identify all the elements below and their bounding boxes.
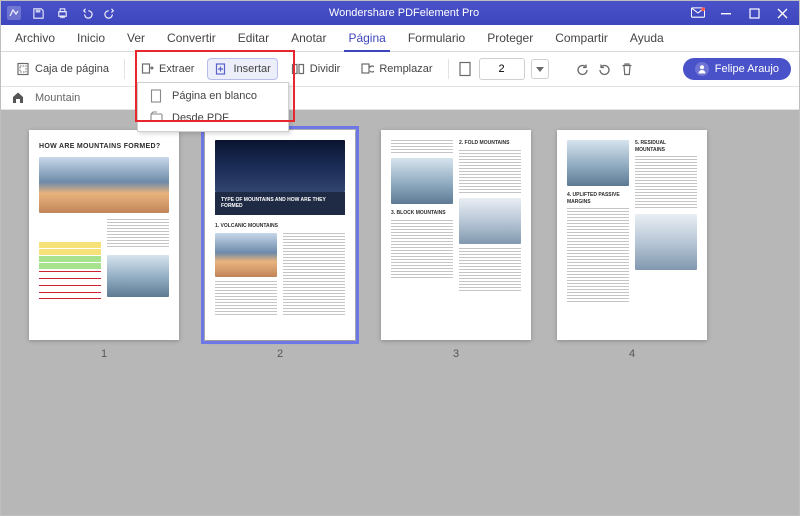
page-number-input[interactable] [479, 58, 525, 80]
menu-ayuda[interactable]: Ayuda [620, 26, 674, 51]
rotate-cw-icon[interactable] [597, 61, 613, 77]
extract-label: Extraer [159, 63, 194, 75]
page-box-label: Caja de página [35, 63, 109, 75]
page-box-icon [16, 62, 30, 76]
delete-icon[interactable] [619, 61, 635, 77]
menu-ver[interactable]: Ver [117, 26, 155, 51]
menu-proteger[interactable]: Proteger [477, 26, 543, 51]
p2-h1: 1. VOLCANIC MOUNTAINS [215, 223, 345, 230]
print-icon[interactable] [55, 6, 69, 20]
p2-caption: TYPE OF MOUNTAINS AND HOW ARE THEY FORME… [215, 192, 345, 215]
p4-h1: 4. UPLIFTED PASSIVE MARGINS [567, 192, 629, 205]
minimize-icon[interactable] [719, 6, 733, 20]
split-label: Dividir [310, 63, 341, 75]
thumb-3[interactable]: 3. BLOCK MOUNTAINS 2. FOLD MOUNTAINS 3 [381, 130, 531, 360]
insert-label: Insertar [233, 63, 270, 75]
user-name: Felipe Araujo [715, 63, 779, 75]
thumb-2[interactable]: TYPE OF MOUNTAINS AND HOW ARE THEY FORME… [205, 130, 355, 360]
from-pdf-icon [150, 111, 164, 125]
redo-icon[interactable] [103, 6, 117, 20]
page-dropdown-icon[interactable] [531, 59, 549, 79]
thumb-1-label: 1 [101, 348, 107, 360]
page-canvas: HOW ARE MOUNTAINS FORMED? [1, 110, 799, 515]
extract-icon [140, 62, 154, 76]
app-logo-icon [7, 6, 21, 20]
replace-label: Remplazar [379, 63, 432, 75]
page-toolbar: Caja de página Extraer Insertar Dividir … [1, 52, 799, 87]
rotate-ccw-icon[interactable] [575, 61, 591, 77]
p3-h1: 2. FOLD MOUNTAINS [459, 140, 521, 147]
page-box-button[interactable]: Caja de página [9, 58, 116, 80]
undo-icon[interactable] [79, 6, 93, 20]
menu-pagina[interactable]: Página [338, 26, 395, 51]
p1-title: HOW ARE MOUNTAINS FORMED? [39, 142, 169, 151]
menu-inicio[interactable]: Inicio [67, 26, 115, 51]
insert-blank-label: Página en blanco [172, 90, 257, 102]
maximize-icon[interactable] [747, 6, 761, 20]
thumb-4-label: 4 [629, 348, 635, 360]
avatar-icon [695, 62, 709, 76]
replace-button[interactable]: Remplazar [353, 58, 439, 80]
thumb-1[interactable]: HOW ARE MOUNTAINS FORMED? [29, 130, 179, 360]
save-icon[interactable] [31, 6, 45, 20]
insert-icon [214, 62, 228, 76]
insert-blank-page[interactable]: Página en blanco [138, 85, 288, 107]
insert-from-pdf-label: Desde PDF [172, 112, 229, 124]
breadcrumb-doc[interactable]: Mountain [35, 92, 80, 104]
insert-button[interactable]: Insertar [207, 58, 277, 80]
close-icon[interactable] [775, 6, 789, 20]
thumb-4[interactable]: 4. UPLIFTED PASSIVE MARGINS 5. RESIDUAL … [557, 130, 707, 360]
replace-icon [360, 62, 374, 76]
extract-button[interactable]: Extraer [133, 58, 201, 80]
menu-anotar[interactable]: Anotar [281, 26, 336, 51]
thumb-2-label: 2 [277, 348, 283, 360]
insert-dropdown: Página en blanco Desde PDF [137, 82, 289, 132]
home-icon[interactable] [11, 91, 25, 105]
menu-compartir[interactable]: Compartir [545, 26, 618, 51]
blank-page-icon [150, 89, 164, 103]
menu-editar[interactable]: Editar [228, 26, 279, 51]
menubar: Archivo Inicio Ver Convertir Editar Anot… [1, 25, 799, 52]
window-title: Wondershare PDFelement Pro [117, 7, 691, 19]
split-button[interactable]: Dividir [284, 58, 348, 80]
p3-h2: 3. BLOCK MOUNTAINS [391, 210, 453, 217]
p4-h2: 5. RESIDUAL MOUNTAINS [635, 140, 697, 153]
thumb-3-label: 3 [453, 348, 459, 360]
insert-from-pdf[interactable]: Desde PDF [138, 107, 288, 129]
breadcrumb: Mountain [1, 87, 799, 110]
split-icon [291, 62, 305, 76]
page-thumb-icon[interactable] [457, 61, 473, 77]
menu-archivo[interactable]: Archivo [5, 26, 65, 51]
user-pill[interactable]: Felipe Araujo [683, 58, 791, 80]
mail-icon[interactable] [691, 6, 705, 20]
menu-formulario[interactable]: Formulario [398, 26, 475, 51]
menu-convertir[interactable]: Convertir [157, 26, 226, 51]
